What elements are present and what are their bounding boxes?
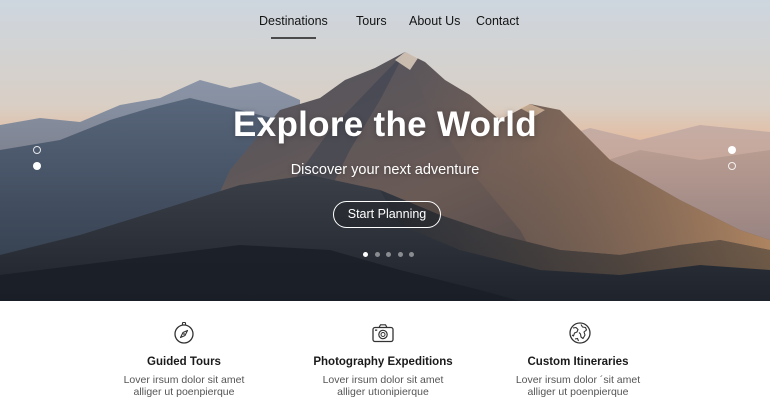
feature-description: Lover irsum dolor ´sit amet alliger ut p…: [478, 374, 678, 398]
carousel-dot-4[interactable]: [397, 252, 403, 257]
carousel-dot-2[interactable]: [374, 252, 380, 257]
camera-icon: [372, 324, 394, 343]
feature-title: Custom Itineraries: [527, 356, 629, 368]
start-planning-button[interactable]: Start Planning: [333, 201, 441, 228]
feature-description-line: Lover irsum dolor sit amet: [123, 374, 245, 386]
compass-icon: [174, 321, 194, 344]
feature-description-line: alliger ut poenpierque: [527, 386, 629, 398]
nav-tours[interactable]: Tours: [356, 14, 387, 28]
feature-description-line: alliger ut poenpierque: [133, 386, 235, 398]
feature-title: Photography Expeditions: [313, 356, 453, 368]
feature-description: Lover irsum dolor sit amet alliger utıon…: [283, 374, 483, 398]
feature-title: Guided Tours: [147, 356, 221, 368]
hero-title: Explore the World: [233, 105, 537, 144]
nav-contact[interactable]: Contact: [476, 14, 519, 28]
nav-destinations[interactable]: Destinations: [259, 14, 328, 39]
hero-section: Destinations Tours About Us Contact Expl…: [0, 0, 770, 301]
feature-description-line: alliger utıonipierque: [337, 386, 429, 398]
globe-icon: [569, 322, 591, 344]
right-slider-dot-upper[interactable]: [728, 146, 736, 154]
nav-about-us[interactable]: About Us: [409, 14, 460, 28]
feature-description: Lover irsum dolor sit amet alliger ut po…: [84, 374, 284, 398]
hero-subtitle: Discover your next adventure: [290, 162, 480, 178]
feature-description-line: Lover irsum dolor sit amet: [322, 374, 444, 386]
carousel-dot-5[interactable]: [409, 252, 414, 257]
right-slider-dot-lower[interactable]: [728, 162, 736, 170]
carousel-indicators: [363, 252, 414, 258]
main-nav: Destinations Tours About Us Contact: [0, 14, 770, 44]
carousel-dot-1[interactable]: [363, 252, 368, 257]
carousel-dot-3[interactable]: [386, 252, 391, 257]
features-section: Guided Tours Lover irsum dolor sit amet …: [0, 301, 770, 420]
feature-description-line: Lover irsum dolor ´sit amet: [515, 374, 641, 386]
left-slider-dot-upper[interactable]: [33, 146, 41, 154]
left-slider-dot-lower[interactable]: [33, 162, 41, 170]
